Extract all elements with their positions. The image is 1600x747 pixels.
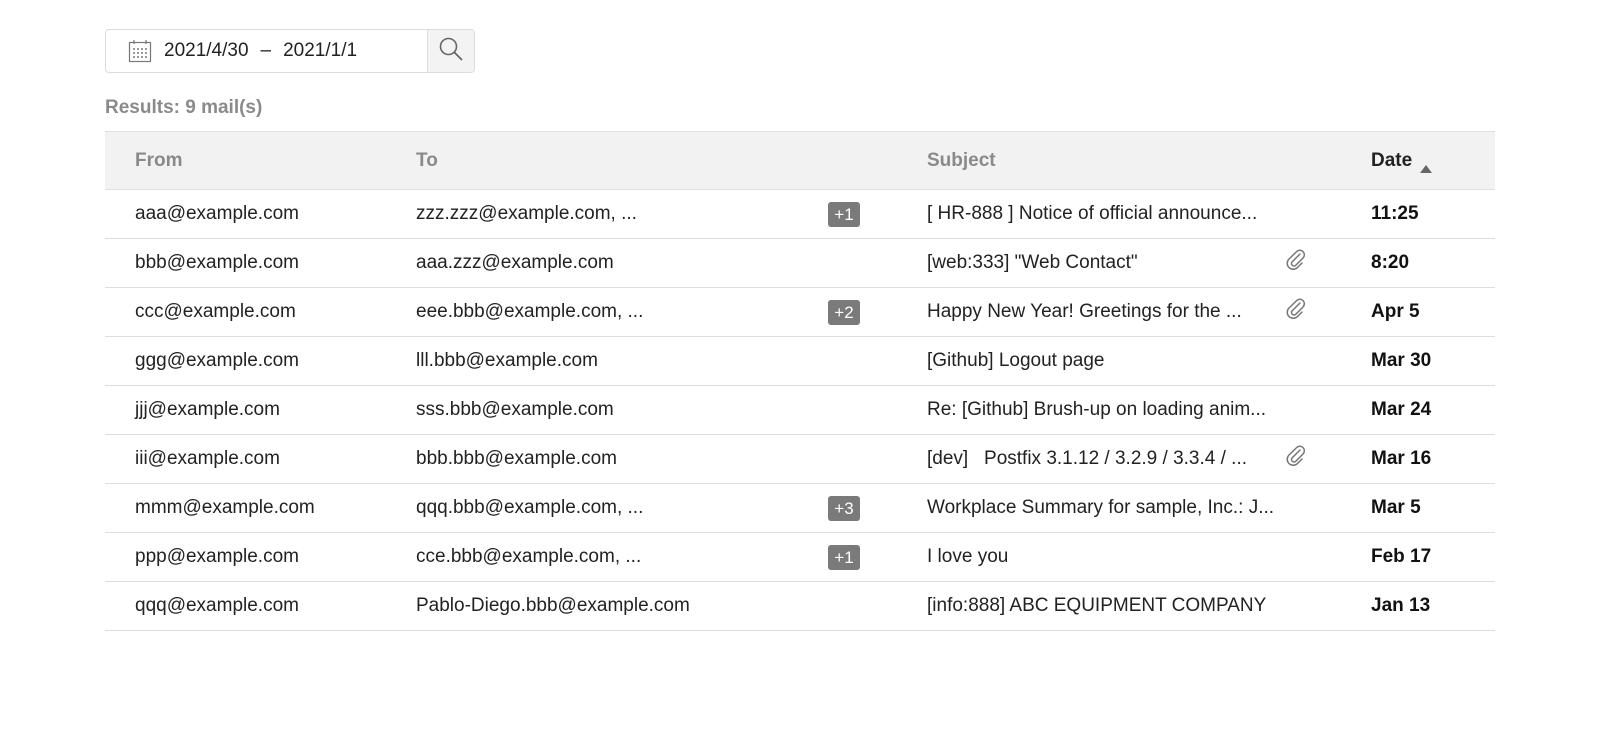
table-row[interactable]: bbb@example.com aaa.zzz@example.com [web:3…: [105, 239, 1495, 288]
column-header-to[interactable]: To: [416, 150, 867, 172]
cell-to: cce.bbb@example.com, ...: [416, 546, 642, 567]
cell-from: qqq@example.com: [135, 595, 299, 616]
recipient-count-cell: +1: [821, 544, 867, 570]
column-header-date-label: Date: [1371, 149, 1413, 171]
cell-from: mmm@example.com: [135, 497, 315, 518]
cell-date: 11:25: [1371, 203, 1419, 224]
cell-subject: [info:888] ABC EQUIPMENT COMPANY: [927, 595, 1267, 616]
paperclip-icon: [1285, 297, 1307, 327]
table-row[interactable]: ccc@example.com eee.bbb@example.com, ... +…: [105, 288, 1495, 337]
paperclip-icon: [1285, 444, 1307, 474]
cell-to: eee.bbb@example.com, ...: [416, 301, 644, 322]
column-header-from[interactable]: From: [105, 150, 416, 172]
paperclip-icon: [1285, 248, 1307, 278]
table-row[interactable]: ppp@example.com cce.bbb@example.com, ... +…: [105, 533, 1495, 582]
cell-subject: [ HR-888 ] Notice of official announce..…: [927, 203, 1258, 224]
search-button[interactable]: [427, 30, 474, 72]
recipient-count-badge: +2: [828, 299, 860, 325]
cell-to: Pablo-Diego.bbb@example.com: [416, 595, 690, 616]
table-body: aaa@example.com zzz.zzz@example.com, ... +…: [105, 190, 1495, 631]
cell-from: iii@example.com: [135, 448, 280, 469]
recipient-count-cell: +1: [821, 201, 867, 227]
cell-subject: [Github] Logout page: [927, 350, 1105, 371]
attachment-cell: [1281, 444, 1371, 474]
search-icon: [438, 36, 464, 67]
cell-to: aaa.zzz@example.com: [416, 252, 614, 273]
date-to: 2021/1/1: [283, 40, 358, 61]
attachment-cell: [1281, 248, 1371, 278]
cell-date: Feb 17: [1371, 546, 1432, 567]
mail-table: From To Subject Date aaa@example.com zzz.…: [105, 131, 1495, 631]
cell-from: bbb@example.com: [135, 252, 299, 273]
cell-subject: Re: [Github] Brush-up on loading anim...: [927, 399, 1267, 420]
cell-to: qqq.bbb@example.com, ...: [416, 497, 644, 518]
cell-subject: Happy New Year! Greetings for the ...: [927, 301, 1242, 322]
recipient-count-cell: +2: [821, 299, 867, 325]
cell-date: Jan 13: [1371, 595, 1431, 616]
table-row[interactable]: iii@example.com bbb.bbb@example.com [dev] …: [105, 435, 1495, 484]
cell-to: sss.bbb@example.com: [416, 399, 614, 420]
recipient-count-badge: +3: [828, 495, 860, 521]
cell-from: ppp@example.com: [135, 546, 299, 567]
calendar-icon: [128, 39, 152, 63]
cell-to: zzz.zzz@example.com, ...: [416, 203, 637, 224]
cell-to: bbb.bbb@example.com: [416, 448, 617, 469]
date-separator: –: [260, 40, 272, 61]
cell-date: Mar 5: [1371, 497, 1421, 518]
date-from: 2021/4/30: [164, 40, 249, 61]
recipient-count-badge: +1: [828, 201, 860, 227]
recipient-count-cell: +3: [821, 495, 867, 521]
recipient-count-badge: +1: [828, 544, 860, 570]
table-row[interactable]: ggg@example.com lll.bbb@example.com [Githu…: [105, 337, 1495, 386]
cell-subject: Workplace Summary for sample, Inc.: J...: [927, 497, 1275, 518]
table-header: From To Subject Date: [105, 131, 1495, 190]
results-count: Results: 9 mail(s): [105, 97, 263, 118]
cell-from: ggg@example.com: [135, 350, 299, 371]
table-row[interactable]: mmm@example.com qqq.bbb@example.com, ... +…: [105, 484, 1495, 533]
cell-from: aaa@example.com: [135, 203, 299, 224]
attachment-cell: [1281, 297, 1371, 327]
cell-date: Mar 24: [1371, 399, 1432, 420]
cell-from: jjj@example.com: [135, 399, 280, 420]
date-range-field[interactable]: 2021/4/30 – 2021/1/1: [106, 30, 427, 72]
cell-date: Apr 5: [1371, 301, 1420, 322]
date-range-search: 2021/4/30 – 2021/1/1: [105, 29, 475, 73]
sort-ascending-icon: [1420, 157, 1433, 173]
cell-to: lll.bbb@example.com: [416, 350, 598, 371]
table-row[interactable]: aaa@example.com zzz.zzz@example.com, ... +…: [105, 190, 1495, 239]
table-row[interactable]: jjj@example.com sss.bbb@example.com Re: [G…: [105, 386, 1495, 435]
cell-date: 8:20: [1371, 252, 1410, 273]
cell-date: Mar 16: [1371, 448, 1432, 469]
cell-subject: I love you: [927, 546, 1009, 567]
cell-subject: [dev] Postfix 3.1.12 / 3.2.9 / 3.3.4 / .…: [927, 448, 1248, 469]
table-row[interactable]: qqq@example.com Pablo-Diego.bbb@example.c…: [105, 582, 1495, 631]
cell-subject: [web:333] "Web Contact": [927, 252, 1138, 273]
column-header-subject[interactable]: Subject: [927, 150, 1371, 172]
column-header-date[interactable]: Date: [1371, 149, 1433, 173]
cell-date: Mar 30: [1371, 350, 1432, 371]
cell-from: ccc@example.com: [135, 301, 296, 322]
